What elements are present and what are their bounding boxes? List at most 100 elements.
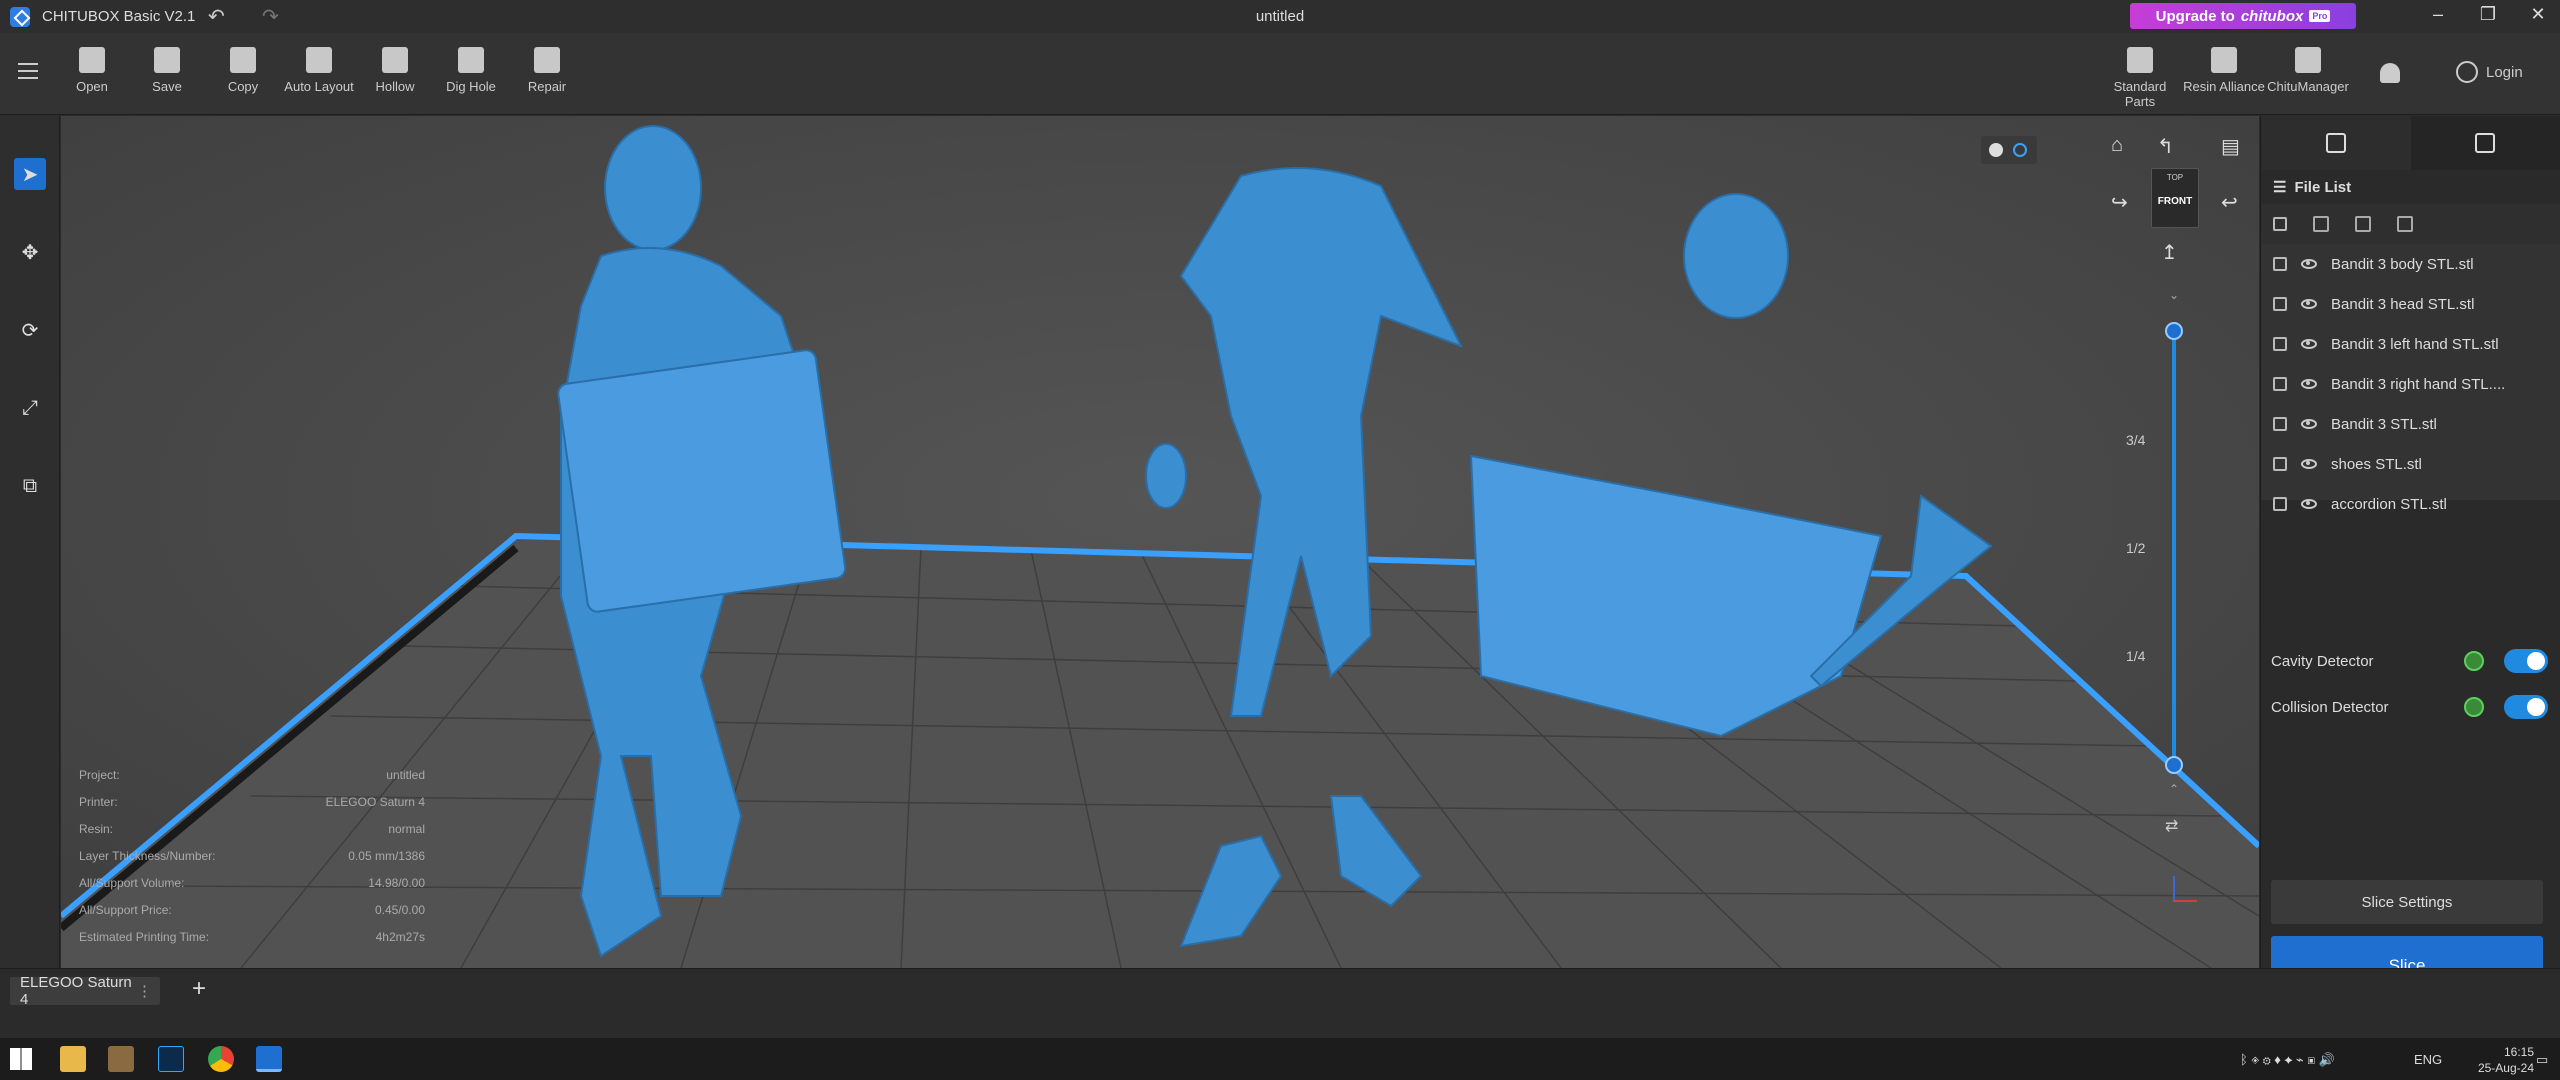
language-indicator[interactable]: ENG <box>2414 1052 2442 1067</box>
file-checkbox[interactable] <box>2273 337 2287 351</box>
rotate-icon: ⟳ <box>21 319 39 342</box>
redo-icon[interactable]: ↷ <box>262 4 279 29</box>
layer-slider-bottom-handle[interactable] <box>2165 756 2183 774</box>
visibility-eye-icon[interactable] <box>2301 339 2317 349</box>
printer-tab-bar: ELEGOO Saturn 4 ⋮ + <box>0 968 2560 1010</box>
layer-slider-top-handle[interactable] <box>2165 322 2183 340</box>
rotate-up-view-icon[interactable]: ↥ <box>2161 240 2178 265</box>
view-cube-front[interactable]: FRONT <box>2152 196 2198 207</box>
render-mode-toggle[interactable] <box>1981 136 2037 164</box>
slider-collapse-icon[interactable]: ⌄ <box>2169 288 2179 302</box>
chitubox-taskbar-icon[interactable] <box>256 1046 282 1072</box>
hollow-label: Hollow <box>375 79 415 94</box>
arrange-icon[interactable] <box>2355 216 2371 232</box>
hamburger-menu-icon[interactable] <box>18 63 38 79</box>
copy-button[interactable]: Copy <box>203 43 283 94</box>
close-icon[interactable]: ✕ <box>2518 4 2558 25</box>
info-row: Estimated Printing Time: 4h2m27s <box>79 930 425 957</box>
notification-bell-icon[interactable] <box>2380 63 2400 83</box>
slider-expand-icon[interactable]: ⌃ <box>2169 782 2179 796</box>
file-list-item[interactable]: Bandit 3 right hand STL.... <box>2261 364 2560 404</box>
cavity-detector-toggle[interactable] <box>2504 649 2548 673</box>
open-button[interactable]: Open <box>52 43 132 94</box>
more-options-icon[interactable]: ⋮ <box>137 982 152 1000</box>
solid-view-icon[interactable] <box>1989 143 2003 157</box>
add-printer-icon[interactable]: + <box>192 975 206 1003</box>
3d-viewport[interactable]: ⌂ ↰ ▤ ↪ ↩ TOP FRONT ↥ ⌄ 3/4 1/2 1/4 ⌃ ⇄ … <box>61 116 2259 968</box>
add-file-icon[interactable] <box>2313 216 2329 232</box>
printer-tab-label: ELEGOO Saturn 4 <box>20 974 132 1008</box>
save-button[interactable]: Save <box>127 43 207 94</box>
media-app-icon[interactable] <box>108 1046 134 1072</box>
system-tray-icons[interactable]: ᛒ ◈ ⚙ ♦ ✦ ⌁ ▣ 🔊 <box>2240 1052 2335 1068</box>
rotate-ccw-view-icon[interactable]: ↪ <box>2111 190 2128 215</box>
repair-button[interactable]: Repair <box>507 43 587 94</box>
clock[interactable]: 16:15 25-Aug-24 <box>2444 1044 2534 1076</box>
restore-icon[interactable]: ❐ <box>2468 4 2508 25</box>
file-list-item[interactable]: Bandit 3 left hand STL.stl <box>2261 324 2560 364</box>
file-checkbox[interactable] <box>2273 457 2287 471</box>
undo-icon[interactable]: ↶ <box>208 4 225 29</box>
side-view-icon[interactable]: ▤ <box>2221 134 2240 159</box>
home-view-icon[interactable]: ⌂ <box>2111 134 2123 157</box>
collision-detector-toggle[interactable] <box>2504 695 2548 719</box>
slider-mark-half: 1/2 <box>2126 540 2146 556</box>
file-checkbox[interactable] <box>2273 417 2287 431</box>
select-tool[interactable]: ➤ <box>14 158 46 190</box>
resin-alliance-button[interactable]: Resin Alliance <box>2182 43 2266 94</box>
visibility-eye-icon[interactable] <box>2301 299 2317 309</box>
chrome-icon[interactable] <box>208 1046 234 1072</box>
view-cube-top[interactable]: TOP <box>2152 173 2198 182</box>
login-button[interactable]: Login <box>2456 61 2523 83</box>
windows-start-icon[interactable] <box>10 1048 32 1070</box>
printer-tab[interactable]: ELEGOO Saturn 4 ⋮ <box>10 974 160 1008</box>
visibility-eye-icon[interactable] <box>2301 419 2317 429</box>
standard-parts-button[interactable]: Standard Parts <box>2098 43 2182 109</box>
file-checkbox[interactable] <box>2273 377 2287 391</box>
visibility-eye-icon[interactable] <box>2301 499 2317 509</box>
clock-time: 16:15 <box>2503 1045 2534 1059</box>
dig-hole-button[interactable]: Dig Hole <box>431 43 511 94</box>
mirror-tool[interactable]: ⧉ <box>14 470 46 502</box>
hollow-button[interactable]: Hollow <box>355 43 435 94</box>
notifications-icon[interactable]: ▭ <box>2536 1052 2548 1068</box>
move-icon: ✥ <box>21 241 39 264</box>
xray-view-icon[interactable] <box>2013 143 2027 157</box>
file-list-item[interactable]: Bandit 3 STL.stl <box>2261 404 2560 444</box>
rotate-cw-view-icon[interactable]: ↩ <box>2221 190 2238 215</box>
file-list-title: File List <box>2294 178 2352 196</box>
file-list-item[interactable]: Bandit 3 head STL.stl <box>2261 284 2560 324</box>
layer-slider-track[interactable] <box>2172 332 2176 766</box>
chitumanager-button[interactable]: ChituManager <box>2266 43 2350 94</box>
file-list-item[interactable]: shoes STL.stl <box>2261 444 2560 484</box>
slider-settings-icon[interactable]: ⇄ <box>2165 816 2178 836</box>
main-toolbar: Open Save Copy Auto Layout Hollow Dig Ho… <box>0 33 2560 115</box>
view-cube[interactable]: TOP FRONT <box>2151 168 2199 228</box>
clock-date: 25-Aug-24 <box>2477 1061 2534 1075</box>
delete-icon[interactable] <box>2397 216 2413 232</box>
move-tool[interactable]: ✥ <box>14 236 46 268</box>
file-checkbox[interactable] <box>2273 297 2287 311</box>
file-list-item[interactable]: Bandit 3 body STL.stl <box>2261 244 2560 284</box>
info-row: All/Support Volume: 14.98/0.00 <box>79 876 425 903</box>
visibility-eye-icon[interactable] <box>2301 459 2317 469</box>
tab-file-list[interactable] <box>2261 116 2411 170</box>
minimize-icon[interactable]: – <box>2418 4 2458 25</box>
select-all-checkbox[interactable] <box>2273 217 2287 231</box>
upgrade-label: Upgrade to <box>2155 7 2235 25</box>
upgrade-button[interactable]: Upgrade to chitubox Pro <box>2130 3 2356 29</box>
tab-support[interactable] <box>2411 116 2560 170</box>
file-checkbox[interactable] <box>2273 257 2287 271</box>
visibility-eye-icon[interactable] <box>2301 379 2317 389</box>
slice-settings-button[interactable]: Slice Settings <box>2271 880 2543 924</box>
rotate-tool[interactable]: ⟳ <box>14 314 46 346</box>
dig-hole-icon <box>458 47 484 73</box>
file-checkbox[interactable] <box>2273 497 2287 511</box>
photoshop-icon[interactable] <box>158 1046 184 1072</box>
file-explorer-icon[interactable] <box>60 1046 86 1072</box>
visibility-eye-icon[interactable] <box>2301 259 2317 269</box>
model-accordion-1 <box>557 349 847 613</box>
scale-tool[interactable]: ⤢ <box>14 392 46 424</box>
rotate-left-view-icon[interactable]: ↰ <box>2157 134 2174 159</box>
auto-layout-button[interactable]: Auto Layout <box>279 43 359 94</box>
